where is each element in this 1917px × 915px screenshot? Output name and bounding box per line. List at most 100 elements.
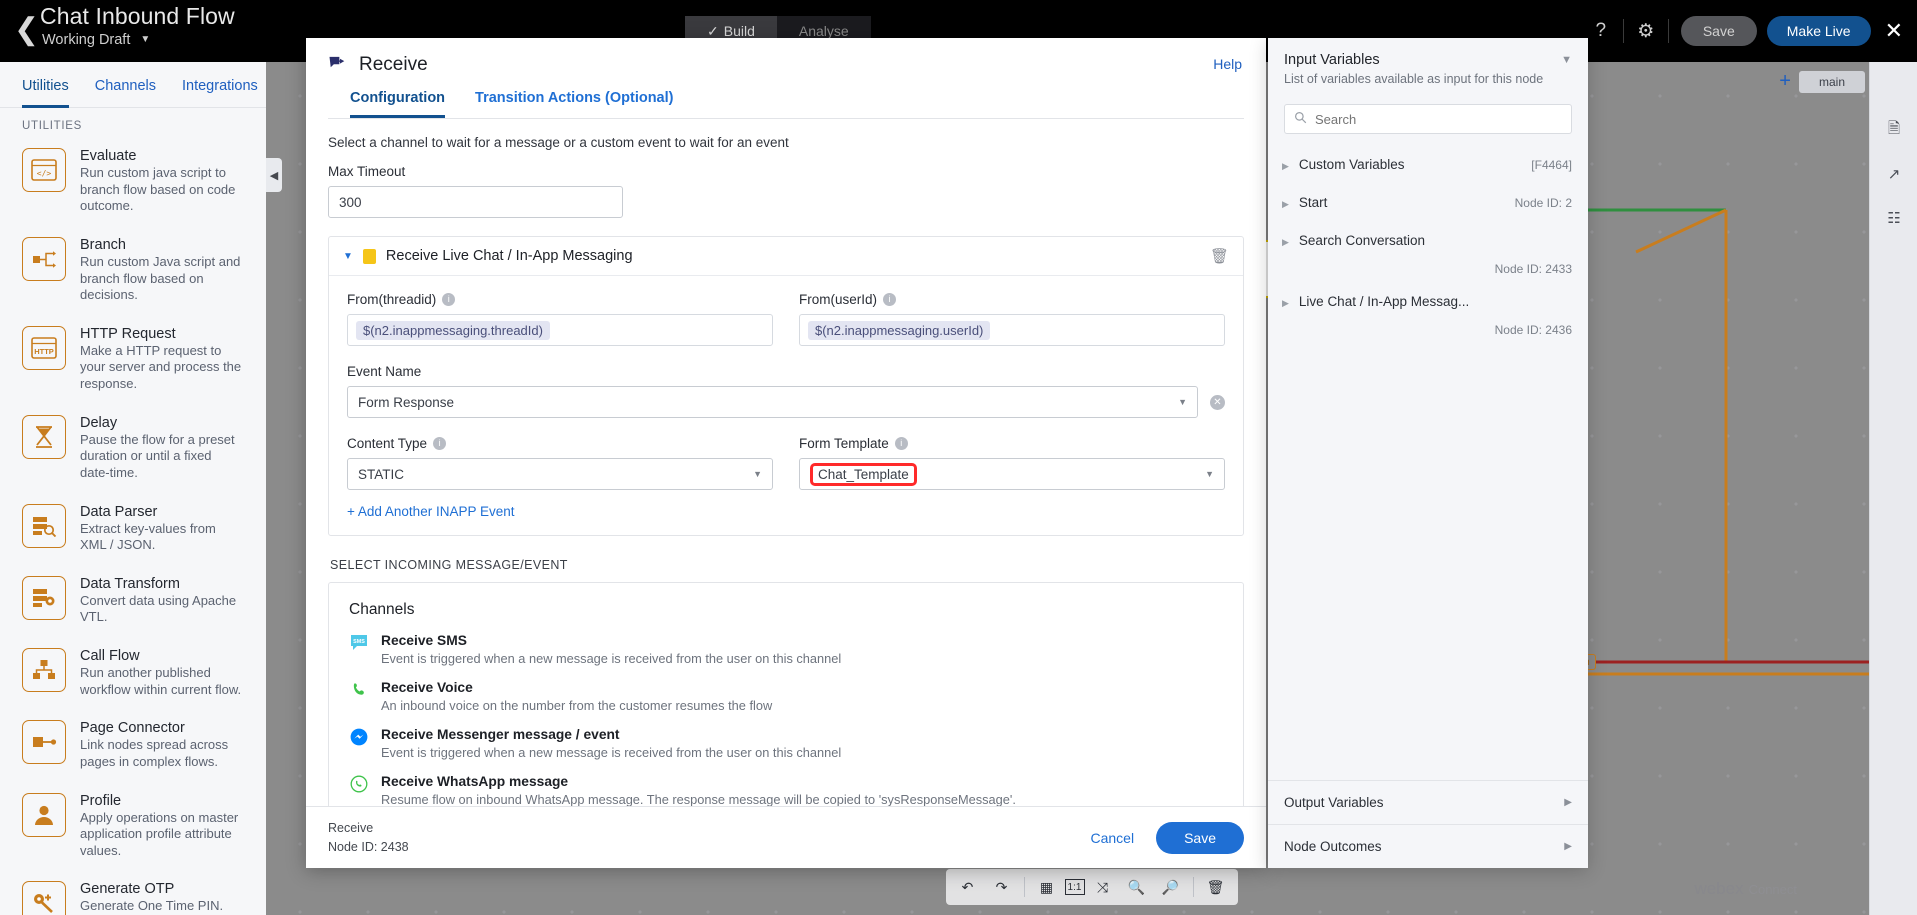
- info-icon[interactable]: i: [433, 437, 447, 450]
- messenger-icon: [349, 727, 369, 747]
- variable-group-start[interactable]: ▶ Start Node ID: 2: [1268, 186, 1588, 224]
- gear-icon[interactable]: ⚙: [1624, 11, 1668, 51]
- triangle-down-icon[interactable]: ▼: [343, 251, 353, 262]
- sidebar-item-call-flow[interactable]: Call Flow Run another published workflow…: [14, 638, 252, 710]
- output-variables-section[interactable]: Output Variables ▶: [1268, 780, 1588, 824]
- inapp-panel-title: Receive Live Chat / In-App Messaging: [385, 248, 633, 264]
- share-icon[interactable]: ↗: [1870, 152, 1917, 196]
- channel-item-sms[interactable]: SMS Receive SMS Event is triggered when …: [349, 633, 1223, 666]
- info-icon[interactable]: i: [883, 293, 897, 306]
- inapp-panel-body: From(threadid) i $(n2.inappmessaging.thr…: [329, 276, 1243, 535]
- triangle-right-icon[interactable]: ▶: [1282, 298, 1289, 309]
- cancel-button[interactable]: Cancel: [1090, 830, 1134, 846]
- from-threadid-label: From(threadid): [347, 292, 437, 307]
- add-another-inapp-event-link[interactable]: + Add Another INAPP Event: [347, 504, 515, 519]
- save-button[interactable]: Save: [1156, 821, 1244, 854]
- save-button[interactable]: Save: [1680, 16, 1757, 46]
- fit-icon[interactable]: ⤨: [1087, 872, 1119, 902]
- inapp-panel-header[interactable]: ▼ Receive Live Chat / In-App Messaging 🗑: [329, 237, 1243, 276]
- sidebar-item-delay[interactable]: Delay Pause the flow for a preset durati…: [14, 405, 252, 494]
- from-threadid-field: From(threadid) i $(n2.inappmessaging.thr…: [347, 292, 773, 346]
- from-userid-input[interactable]: $(n2.inappmessaging.userId): [799, 314, 1225, 346]
- sidebar-item-desc: Generate One Time PIN.: [80, 898, 224, 914]
- sidebar-item-evaluate[interactable]: </> Evaluate Run custom java script to b…: [14, 138, 252, 227]
- delete-icon[interactable]: 🗑: [1200, 872, 1232, 902]
- http-window-icon: HTTP: [22, 325, 66, 370]
- channel-item-whatsapp[interactable]: Receive WhatsApp message Resume flow on …: [349, 774, 1223, 806]
- code-window-icon: </>: [22, 148, 66, 192]
- sidebar-item-branch[interactable]: Branch Run custom Java script and branch…: [14, 227, 252, 316]
- receive-node-dialog: Receive Help Configuration Transition Ac…: [306, 38, 1266, 868]
- channel-item-voice[interactable]: Receive Voice An inbound voice on the nu…: [349, 680, 1223, 713]
- divider: [1192, 877, 1194, 897]
- sidebar-item-profile[interactable]: Profile Apply operations on master appli…: [14, 783, 252, 872]
- max-timeout-input[interactable]: 300: [328, 186, 623, 218]
- back-chevron-icon[interactable]: ❮: [14, 14, 39, 46]
- trash-icon[interactable]: 🗑: [1210, 247, 1229, 265]
- variable-group-custom-variables[interactable]: ▶ Custom Variables [F4464]: [1268, 148, 1588, 186]
- sidebar-tabs: Utilities Channels Integrations: [0, 62, 266, 108]
- channels-heading: Channels: [349, 601, 415, 618]
- content-type-select[interactable]: STATIC ▼: [347, 458, 773, 490]
- sidebar-item-http-request[interactable]: HTTP HTTP Request Make a HTTP request to…: [14, 316, 252, 405]
- event-name-select[interactable]: Form Response ▼: [347, 386, 1198, 418]
- tab-transition-actions[interactable]: Transition Actions (Optional): [475, 90, 673, 118]
- triangle-right-icon[interactable]: ▶: [1282, 199, 1289, 210]
- page-tab-main[interactable]: main: [1798, 70, 1865, 93]
- sidebar-item-title: Data Parser: [80, 503, 158, 520]
- whatsapp-icon: [349, 774, 369, 794]
- sidebar-tab-integrations[interactable]: Integrations: [182, 62, 258, 108]
- left-sidebar: Utilities Channels Integrations UTILITIE…: [0, 62, 266, 915]
- sidebar-collapse-toggle[interactable]: ◀: [266, 158, 282, 192]
- close-icon[interactable]: ✕: [1885, 20, 1903, 42]
- redo-icon[interactable]: ↷: [986, 872, 1018, 902]
- zoom-in-icon[interactable]: 🔎: [1155, 872, 1187, 902]
- variable-group-search-conversation[interactable]: ▶ Search Conversation Node ID: 2433: [1268, 224, 1588, 285]
- add-page-button[interactable]: +: [1779, 70, 1791, 93]
- chevron-down-icon[interactable]: ▼: [1561, 54, 1572, 66]
- note-icon[interactable]: 🗎: [1870, 108, 1917, 152]
- sidebar-item-data-parser[interactable]: Data Parser Extract key-values from XML …: [14, 494, 252, 566]
- sidebar-tab-channels[interactable]: Channels: [95, 62, 156, 108]
- event-name-value: Form Response: [358, 394, 455, 410]
- sidebar-item-generate-otp[interactable]: Generate OTP Generate One Time PIN.: [14, 871, 252, 915]
- tab-configuration[interactable]: Configuration: [350, 90, 446, 118]
- sidebar-item-title: HTTP Request: [80, 325, 176, 342]
- layout-icon[interactable]: ▦: [1031, 872, 1063, 902]
- channels-section-caption: SELECT INCOMING MESSAGE/EVENT: [330, 558, 568, 572]
- undo-icon[interactable]: ↶: [952, 872, 984, 902]
- search-input-wrapper[interactable]: [1284, 104, 1572, 134]
- grid-icon[interactable]: ☷: [1870, 196, 1917, 240]
- sidebar-item-title: Generate OTP: [80, 881, 175, 898]
- triangle-right-icon[interactable]: ▶: [1282, 237, 1289, 248]
- channel-desc: An inbound voice on the number from the …: [381, 698, 773, 713]
- form-template-select[interactable]: Chat_Template ▼: [799, 458, 1225, 490]
- clear-event-name-button[interactable]: ✕: [1210, 394, 1225, 410]
- actual-size-icon[interactable]: 1:1: [1064, 879, 1085, 895]
- make-live-button[interactable]: Make Live: [1766, 16, 1871, 46]
- input-variables-header: Input Variables List of variables availa…: [1268, 38, 1588, 96]
- search-input[interactable]: [1315, 111, 1562, 127]
- triangle-right-icon[interactable]: ▶: [1282, 161, 1289, 172]
- sidebar-item-data-transform[interactable]: Data Transform Convert data using Apache…: [14, 566, 252, 638]
- max-timeout-label: Max Timeout: [328, 164, 406, 179]
- sidebar-item-page-connector[interactable]: Page Connector Link nodes spread across …: [14, 710, 252, 782]
- from-threadid-input[interactable]: $(n2.inappmessaging.threadId): [347, 314, 773, 346]
- help-link[interactable]: Help: [1213, 56, 1242, 72]
- dialog-body[interactable]: Select a channel to wait for a message o…: [306, 119, 1266, 806]
- sidebar-item-title: Data Transform: [80, 575, 180, 592]
- data-gear-icon: [22, 575, 66, 620]
- node-outcomes-section[interactable]: Node Outcomes ▶: [1268, 824, 1588, 868]
- zoom-out-icon[interactable]: 🔍: [1121, 872, 1153, 902]
- sidebar-tab-utilities[interactable]: Utilities: [22, 62, 69, 108]
- channel-desc: Event is triggered when a new message is…: [381, 745, 842, 760]
- sidebar-item-title: Delay: [80, 414, 118, 431]
- variable-group-live-chat[interactable]: ▶ Live Chat / In-App Messag... Node ID: …: [1268, 285, 1588, 346]
- person-icon: [22, 792, 66, 837]
- info-icon[interactable]: i: [894, 437, 908, 450]
- canvas-bottom-toolbar: ↶ ↷ ▦ 1:1 ⤨ 🔍 🔎 🗑: [945, 869, 1238, 905]
- flow-status-dropdown[interactable]: Working Draft ▼: [42, 32, 150, 48]
- info-icon[interactable]: i: [442, 293, 456, 306]
- channel-item-messenger[interactable]: Receive Messenger message / event Event …: [349, 727, 1223, 760]
- form-template-label: Form Template: [799, 436, 889, 451]
